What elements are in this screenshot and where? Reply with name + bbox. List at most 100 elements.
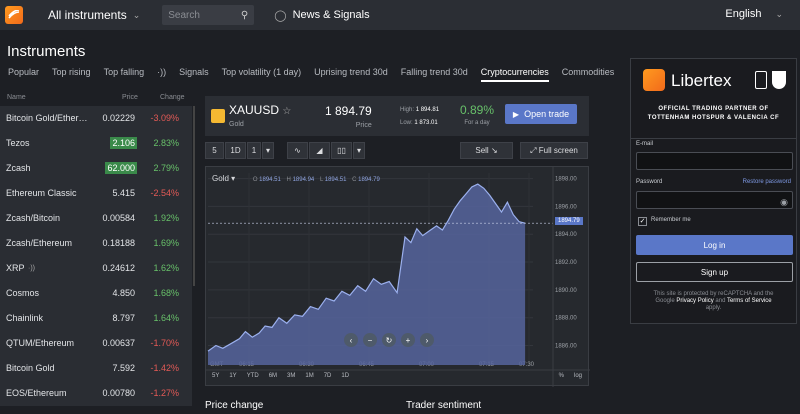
range-ytd[interactable]: YTD: [247, 373, 259, 379]
price-chart[interactable]: 1886.00 1888.00 1890.00 1892.00 1894.00 1896.…: [205, 166, 590, 387]
search-input[interactable]: Search ⚲: [162, 5, 255, 25]
interval-1d[interactable]: 1D: [225, 142, 246, 159]
all-instruments-dropdown[interactable]: All instruments ⌄: [48, 8, 140, 22]
eye-icon[interactable]: ◉: [780, 197, 788, 208]
restore-password-link[interactable]: Restore password: [743, 179, 791, 185]
chevron-down-icon[interactable]: ▾: [262, 142, 274, 159]
tab-cryptocurrencies[interactable]: Cryptocurrencies: [480, 67, 549, 82]
tab-uprising-trend-30d[interactable]: Uprising trend 30d: [314, 67, 388, 82]
login-button[interactable]: Log in: [636, 235, 793, 255]
zoom-in-icon[interactable]: +: [401, 333, 415, 347]
email-field[interactable]: [636, 152, 793, 170]
news-signals-link[interactable]: ◯ News & Signals: [274, 9, 369, 22]
language-selector[interactable]: English ⌄: [725, 8, 783, 20]
chart-canvas[interactable]: 1886.00 1888.00 1890.00 1892.00 1894.00 1896.…: [206, 167, 590, 387]
ohlc-series-name[interactable]: Gold ▾: [212, 174, 235, 183]
tab-falling-trend-30d[interactable]: Falling trend 30d: [401, 67, 468, 82]
instrument-row[interactable]: Zcash/Ethereum 0.18188 1.69%: [0, 231, 192, 256]
instrument-row[interactable]: Cosmos 4.850 1.68%: [0, 281, 192, 306]
search-placeholder: Search: [168, 9, 200, 21]
top-bar: All instruments ⌄ Search ⚲ ◯ News & Sign…: [0, 0, 800, 30]
instrument-row[interactable]: QTUM/Ethereum 0.00637 -1.70%: [0, 331, 192, 356]
interval-5[interactable]: 5: [205, 142, 224, 159]
instrument-name: Zcash: [6, 163, 31, 174]
tab-top-rising[interactable]: Top rising: [52, 67, 91, 82]
range-1m[interactable]: 1M: [305, 373, 313, 379]
login-panel: Libertex OFFICIAL TRADING PARTNER OF TOT…: [630, 58, 797, 324]
quote-price: 1 894.79: [325, 104, 372, 118]
brand-name: Libertex: [671, 71, 732, 90]
percent-scale-toggle[interactable]: %: [559, 373, 564, 379]
scroll-right-icon[interactable]: ›: [420, 333, 434, 347]
instrument-name: Ethereum Classic: [6, 188, 77, 199]
remember-me-checkbox[interactable]: ✓: [638, 217, 647, 226]
quote-symbol-block: XAUUSD ☆ Gold: [229, 103, 291, 128]
instrument-row[interactable]: Bitcoin Gold 7.592 -1.42%: [0, 356, 192, 381]
instrument-row[interactable]: EOS/Ethereum 0.00780 -1.27%: [0, 381, 192, 406]
instrument-row[interactable]: Bitcoin Gold/Ether… 0.02229 -3.09%: [0, 106, 192, 131]
instrument-price: 0.00780: [102, 388, 135, 399]
candlestick-icon[interactable]: ▯▯: [331, 142, 352, 159]
tab-top-falling[interactable]: Top falling: [104, 67, 145, 82]
scroll-left-icon[interactable]: ‹: [344, 333, 358, 347]
tab-popular[interactable]: Popular: [8, 67, 39, 82]
terms-link[interactable]: Terms of Service: [727, 298, 772, 304]
instrument-change: 1.62%: [153, 263, 179, 274]
fullscreen-button[interactable]: ⤢ Full screen: [520, 142, 588, 159]
quote-price-label: Price: [355, 122, 372, 129]
page-title: Instruments: [7, 43, 86, 60]
star-icon[interactable]: ☆: [282, 106, 291, 117]
ohlc-readout: Gold ▾ O 1894.51 H 1894.94 L 1894.51 C 1…: [212, 174, 384, 183]
login-panel-header: Libertex OFFICIAL TRADING PARTNER OF TOT…: [631, 59, 796, 139]
range-1d[interactable]: 1D: [341, 373, 349, 379]
news-label: News & Signals: [292, 9, 370, 21]
instrument-row[interactable]: Zcash/Bitcoin 0.00584 1.92%: [0, 206, 192, 231]
log-scale-toggle[interactable]: log: [574, 373, 582, 379]
search-icon: ⚲: [240, 9, 249, 21]
instrument-row[interactable]: XRP ·)) 0.24612 1.62%: [0, 256, 192, 281]
area-chart-icon[interactable]: ◢: [309, 142, 330, 159]
range-6m[interactable]: 6M: [269, 373, 277, 379]
line-chart-icon[interactable]: ∿: [287, 142, 308, 159]
sell-button[interactable]: Sell ↘: [460, 142, 513, 159]
tab-signals[interactable]: Signals: [179, 67, 209, 82]
tottenham-crest-icon: [755, 71, 767, 89]
instrument-row[interactable]: Chainlink 8.797 1.64%: [0, 306, 192, 331]
tab-commodities[interactable]: Commodities: [562, 67, 615, 82]
list-scrollbar[interactable]: [193, 106, 195, 286]
captcha-line-2: Google Privacy Policy and Terms of Servi…: [631, 298, 796, 305]
category-tabs: Popular Top rising Top falling ·)) Signals T…: [8, 67, 614, 82]
zoom-out-icon[interactable]: −: [363, 333, 377, 347]
signup-button[interactable]: Sign up: [636, 262, 793, 282]
reset-icon[interactable]: ↻: [382, 333, 396, 347]
col-price: Price: [122, 94, 138, 101]
range-7d[interactable]: 7D: [324, 373, 332, 379]
open-trade-button[interactable]: ▶ Open trade: [505, 104, 577, 124]
instrument-row[interactable]: Ethereum Classic 5.415 -2.54%: [0, 181, 192, 206]
password-field[interactable]: [636, 191, 793, 209]
y-tick-label: 1896.00: [555, 204, 577, 210]
chevron-down-icon[interactable]: ▾: [353, 142, 365, 159]
col-change: Change: [160, 94, 185, 101]
instrument-row[interactable]: Zcash 62.000 2.79%: [0, 156, 192, 181]
tab-top-volatility-1-day-[interactable]: Top volatility (1 day): [222, 67, 302, 82]
privacy-policy-link[interactable]: Privacy Policy: [676, 298, 713, 304]
range-3m[interactable]: 3M: [287, 373, 295, 379]
libertex-logo[interactable]: [5, 6, 23, 24]
instrument-price: 0.00584: [102, 213, 135, 224]
quote-subtitle: Gold: [229, 121, 244, 128]
range-1y[interactable]: 1Y: [229, 373, 236, 379]
password-label: Password: [636, 179, 663, 185]
play-icon: ▶: [512, 109, 520, 119]
range-5y[interactable]: 5Y: [212, 373, 219, 379]
captcha-google: Google: [655, 298, 675, 304]
interval-1[interactable]: 1: [247, 142, 261, 159]
scale-options: % log: [559, 373, 582, 379]
instrument-name: XRP: [6, 263, 25, 274]
ohlc-high: 1894.94: [292, 177, 315, 183]
instrument-price: 4.850: [112, 288, 135, 299]
instrument-row[interactable]: Tezos 2.106 2.83%: [0, 131, 192, 156]
quote-price-block: 1 894.79 Price: [325, 104, 372, 129]
instrument-price: 5.415: [112, 188, 135, 199]
y-tick-label: 1886.00: [555, 344, 577, 350]
